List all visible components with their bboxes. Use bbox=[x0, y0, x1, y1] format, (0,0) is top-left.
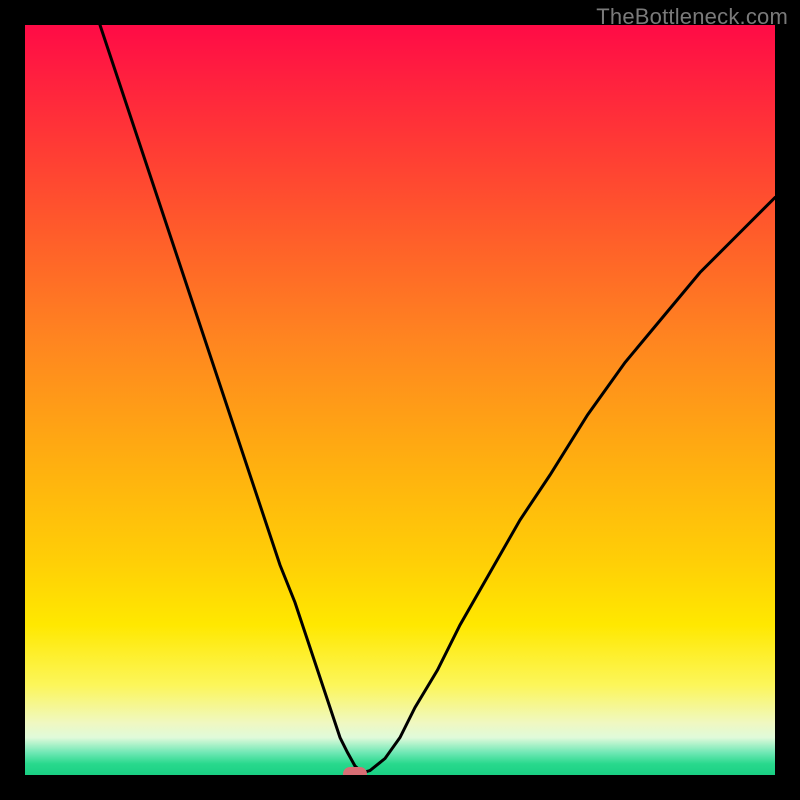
plot-area bbox=[25, 25, 775, 775]
bottleneck-curve bbox=[25, 25, 775, 775]
chart-frame: TheBottleneck.com bbox=[0, 0, 800, 800]
optimal-point-marker bbox=[343, 767, 367, 776]
